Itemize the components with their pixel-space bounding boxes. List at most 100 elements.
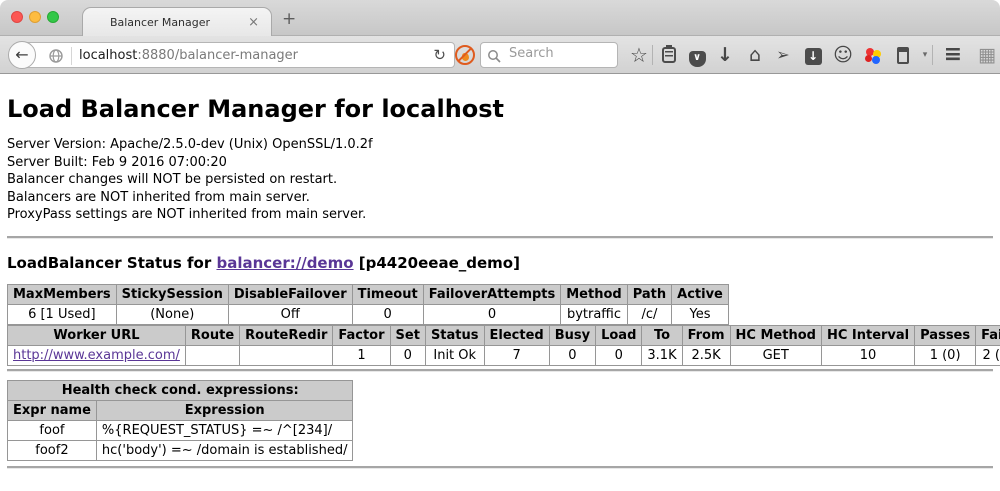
url-path: :8880/balancer-manager (137, 48, 298, 63)
cell-load: 0 (596, 345, 642, 365)
cell-route (185, 345, 239, 365)
col-set: Set (390, 325, 425, 345)
col-worker-url: Worker URL (8, 325, 186, 345)
send-tab-icon[interactable]: ➢ (770, 44, 796, 66)
reload-icon[interactable]: ↻ (433, 46, 446, 64)
close-window-button[interactable] (11, 11, 23, 23)
col-timeout: Timeout (352, 284, 423, 304)
globe-icon (49, 48, 63, 67)
cell-failoverattempts: 0 (423, 304, 561, 324)
server-version-line: Server Version: Apache/2.5.0-dev (Unix) … (7, 136, 993, 154)
cell-worker-url: http://www.example.com/ (8, 345, 186, 365)
toolbar-separator (652, 45, 653, 65)
status-prefix: LoadBalancer Status for (7, 254, 211, 272)
col-path: Path (627, 284, 671, 304)
col-hc-method: HC Method (730, 325, 821, 345)
pocket-chevron: ∨ (689, 51, 706, 67)
new-tab-button[interactable]: + (282, 9, 296, 29)
menu-hamburger-icon[interactable]: ≡ (940, 44, 966, 66)
inherit-warning-line: Balancers are NOT inherited from main se… (7, 189, 993, 207)
cell-busy: 0 (549, 345, 595, 365)
reading-list-icon[interactable] (656, 44, 682, 66)
col-factor: Factor (333, 325, 390, 345)
tab-close-icon[interactable]: × (248, 15, 259, 30)
dark-download-arrow: ↓ (805, 48, 822, 65)
health-check-title: Health check cond. expressions: (8, 380, 353, 400)
cell-fails: 2 (0) (976, 345, 1000, 365)
col-disablefailover: DisableFailover (228, 284, 352, 304)
status-suffix: [p4420eeae_demo] (359, 254, 520, 272)
cell-active: Yes (672, 304, 729, 324)
page-title: Load Balancer Manager for localhost (7, 95, 993, 123)
worker-url-link[interactable]: http://www.example.com/ (13, 348, 180, 363)
table-header-row: Worker URL Route RouteRedir Factor Set S… (8, 325, 1000, 345)
health-row: foof %{REQUEST_STATUS} =~ /^[234]/ (8, 420, 353, 440)
forum-smiley-icon[interactable]: ☺ (830, 44, 856, 66)
cell-maxmembers: 6 [1 Used] (8, 304, 117, 324)
cell-hc-interval: 10 (821, 345, 914, 365)
tab-balancer-manager[interactable]: Balancer Manager × (82, 7, 272, 37)
col-elected: Elected (484, 325, 549, 345)
cell-expression: hc('body') =~ /domain is established/ (96, 440, 353, 460)
divider (7, 369, 993, 372)
browser-window: Balancer Manager × + ← localhost:8880/ba… (0, 0, 1000, 491)
cell-to: 3.1K (642, 345, 682, 365)
worker-table: Worker URL Route RouteRedir Factor Set S… (7, 325, 1000, 366)
search-bar[interactable] (480, 42, 618, 68)
navigation-toolbar: ← localhost:8880/balancer-manager ↻ ☆ ∨ … (0, 36, 1000, 74)
divider (7, 236, 993, 239)
addon-colordots-icon[interactable] (860, 44, 886, 66)
cell-hc-method: GET (730, 345, 821, 365)
server-built-line: Server Built: Feb 9 2016 07:00:20 (7, 154, 993, 172)
back-button[interactable]: ← (8, 41, 36, 69)
divider (7, 466, 993, 469)
health-check-table: Health check cond. expressions: Expr nam… (7, 380, 353, 461)
cell-timeout: 0 (352, 304, 423, 324)
page-content: Load Balancer Manager for localhost Serv… (0, 95, 1000, 491)
home-icon[interactable]: ⌂ (742, 44, 768, 66)
col-expr-name: Expr name (8, 400, 97, 420)
url-text[interactable]: localhost:8880/balancer-manager (79, 48, 298, 63)
cell-method: bytraffic (561, 304, 627, 324)
cell-elected: 7 (484, 345, 549, 365)
battery-shape (897, 47, 909, 64)
toolbar-separator (932, 45, 933, 65)
balancer-status-heading: LoadBalancer Status for balancer://demo … (7, 254, 993, 272)
bookmark-star-icon[interactable]: ☆ (626, 44, 652, 66)
cell-passes: 1 (0) (915, 345, 976, 365)
balancer-link[interactable]: balancer://demo (216, 254, 353, 272)
cell-expression: %{REQUEST_STATUS} =~ /^[234]/ (96, 420, 353, 440)
col-routeredir: RouteRedir (240, 325, 333, 345)
search-input[interactable] (507, 45, 612, 62)
balancer-settings-table: MaxMembers StickySession DisableFailover… (7, 284, 729, 325)
pocket-icon[interactable]: ∨ (684, 44, 710, 66)
dropdown-caret-icon[interactable]: ▾ (912, 44, 938, 66)
col-expression: Expression (96, 400, 353, 420)
proxypass-warning-line: ProxyPass settings are NOT inherited fro… (7, 206, 993, 224)
health-row: foof2 hc('body') =~ /domain is establish… (8, 440, 353, 460)
col-stickysession: StickySession (116, 284, 228, 304)
col-route: Route (185, 325, 239, 345)
cell-set: 0 (390, 345, 425, 365)
col-status: Status (425, 325, 484, 345)
cell-factor: 1 (333, 345, 390, 365)
worker-row: http://www.example.com/ 1 0 Init Ok 7 0 … (8, 345, 1000, 365)
col-passes: Passes (915, 325, 976, 345)
color-dots (864, 46, 882, 64)
tab-title: Balancer Manager (83, 16, 237, 29)
downloads-icon[interactable]: ↓ (712, 44, 738, 66)
cell-expr-name: foof (8, 420, 97, 440)
minimize-window-button[interactable] (29, 11, 41, 23)
col-method: Method (561, 284, 627, 304)
col-failoverattempts: FailoverAttempts (423, 284, 561, 304)
content-blocked-icon[interactable] (455, 45, 475, 65)
save-to-device-icon[interactable]: ↓ (800, 44, 826, 66)
table-header-row: Expr name Expression (8, 400, 353, 420)
url-bar[interactable]: localhost:8880/balancer-manager ↻ (22, 42, 455, 68)
pages-grid-icon[interactable]: ▦ (974, 44, 1000, 66)
cell-status: Init Ok (425, 345, 484, 365)
zoom-window-button[interactable] (47, 11, 59, 23)
table-title-row: Health check cond. expressions: (8, 380, 353, 400)
cell-disablefailover: Off (228, 304, 352, 324)
clipboard-icon (662, 47, 676, 63)
